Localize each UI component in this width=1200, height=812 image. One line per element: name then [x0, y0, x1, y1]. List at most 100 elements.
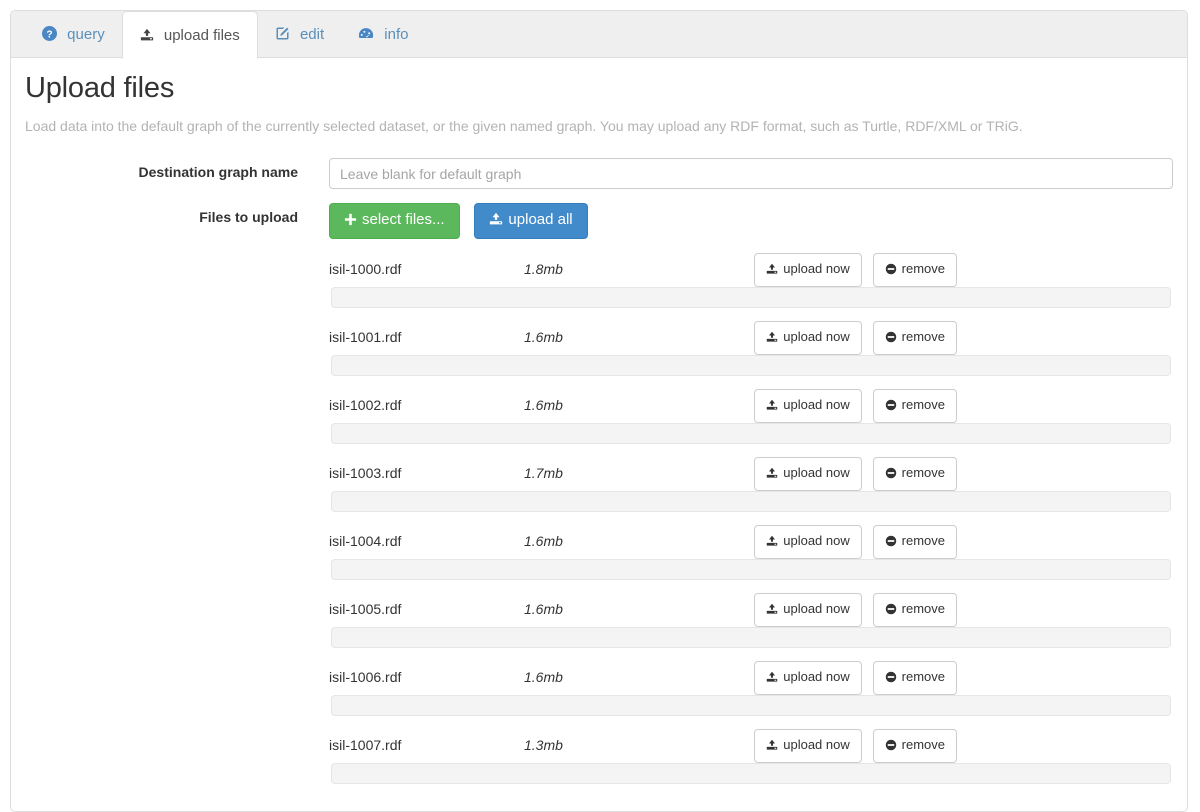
upload-icon: [766, 737, 778, 757]
minus-circle-icon: [885, 397, 897, 417]
remove-button[interactable]: remove: [872, 389, 957, 423]
tab-upload-files[interactable]: upload files: [121, 11, 258, 59]
upload-icon: [766, 261, 778, 281]
file-row: isil-1007.rdf 1.3mb upload now remove: [329, 729, 1173, 797]
select-files-button[interactable]: select files...: [329, 203, 460, 239]
file-name: isil-1006.rdf: [329, 669, 402, 685]
file-row-actions: upload now remove: [754, 729, 957, 763]
file-size: 1.7mb: [524, 465, 563, 481]
destination-graph-control: [329, 158, 1173, 189]
upload-progress-bar: [331, 695, 1171, 716]
remove-label: remove: [901, 465, 945, 480]
dashboard-icon: [358, 13, 374, 60]
file-size: 1.6mb: [524, 397, 563, 413]
page-description: Load data into the default graph of the …: [25, 118, 1023, 134]
upload-now-label: upload now: [783, 533, 850, 548]
minus-circle-icon: [885, 669, 897, 689]
remove-button[interactable]: remove: [872, 661, 957, 695]
upload-icon: [766, 329, 778, 349]
upload-progress-bar: [331, 627, 1171, 648]
upload-now-label: upload now: [783, 465, 850, 480]
file-name: isil-1002.rdf: [329, 397, 402, 413]
upload-now-button[interactable]: upload now: [754, 729, 862, 763]
pencil-square-icon: [275, 13, 290, 60]
select-files-label: select files...: [362, 211, 445, 228]
upload-now-button[interactable]: upload now: [754, 457, 862, 491]
panel-body: Upload files Load data into the default …: [11, 58, 1187, 797]
upload-now-label: upload now: [783, 397, 850, 412]
file-row-actions: upload now remove: [754, 389, 957, 423]
minus-circle-icon: [885, 533, 897, 553]
tab-bar: ? query upload files edit info: [11, 11, 1187, 59]
file-row-actions: upload now remove: [754, 593, 957, 627]
upload-now-button[interactable]: upload now: [754, 321, 862, 355]
remove-button[interactable]: remove: [872, 593, 957, 627]
file-name: isil-1007.rdf: [329, 737, 402, 753]
remove-label: remove: [901, 669, 945, 684]
remove-label: remove: [901, 261, 945, 276]
file-row: isil-1005.rdf 1.6mb upload now remove: [329, 593, 1173, 661]
file-name: isil-1005.rdf: [329, 601, 402, 617]
upload-now-label: upload now: [783, 261, 850, 276]
file-size: 1.8mb: [524, 261, 563, 277]
file-size: 1.3mb: [524, 737, 563, 753]
upload-now-button[interactable]: upload now: [754, 253, 862, 287]
upload-all-button[interactable]: upload all: [474, 203, 588, 239]
destination-graph-label: Destination graph name: [138, 164, 298, 180]
file-list: isil-1000.rdf 1.8mb upload now remove is…: [329, 253, 1173, 797]
minus-circle-icon: [885, 601, 897, 621]
destination-graph-input[interactable]: [329, 158, 1173, 189]
minus-circle-icon: [885, 465, 897, 485]
file-row-actions: upload now remove: [754, 661, 957, 695]
upload-now-button[interactable]: upload now: [754, 661, 862, 695]
file-size: 1.6mb: [524, 533, 563, 549]
upload-progress-bar: [331, 491, 1171, 512]
file-row: isil-1001.rdf 1.6mb upload now remove: [329, 321, 1173, 389]
file-size: 1.6mb: [524, 329, 563, 345]
files-to-upload-control: select files... upload all isil-1000.rdf…: [329, 203, 1173, 797]
upload-now-button[interactable]: upload now: [754, 593, 862, 627]
remove-label: remove: [901, 737, 945, 752]
remove-label: remove: [901, 329, 945, 344]
plus-icon: [344, 212, 357, 232]
file-name: isil-1003.rdf: [329, 465, 402, 481]
destination-graph-row: Destination graph name: [25, 158, 1173, 189]
file-size: 1.6mb: [524, 669, 563, 685]
file-row: isil-1004.rdf 1.6mb upload now remove: [329, 525, 1173, 593]
remove-button[interactable]: remove: [872, 525, 957, 559]
upload-progress-bar: [331, 423, 1171, 444]
remove-button[interactable]: remove: [872, 253, 957, 287]
svg-text:?: ?: [46, 29, 52, 40]
files-to-upload-row: Files to upload select files... upload a…: [25, 203, 1173, 797]
upload-now-label: upload now: [783, 329, 850, 344]
question-circle-icon: ?: [42, 13, 57, 60]
remove-label: remove: [901, 533, 945, 548]
remove-button[interactable]: remove: [872, 457, 957, 491]
upload-icon: [489, 212, 503, 232]
tab-upload-files-label: upload files: [163, 27, 240, 44]
upload-form: Destination graph name Files to upload s…: [25, 158, 1173, 797]
page-title: Upload files: [25, 72, 175, 104]
tab-edit-label: edit: [299, 26, 325, 43]
upload-now-button[interactable]: upload now: [754, 525, 862, 559]
file-row: isil-1006.rdf 1.6mb upload now remove: [329, 661, 1173, 729]
file-name: isil-1004.rdf: [329, 533, 402, 549]
file-row: isil-1000.rdf 1.8mb upload now remove: [329, 253, 1173, 321]
tab-query[interactable]: ? query: [25, 11, 122, 58]
upload-now-button[interactable]: upload now: [754, 389, 862, 423]
remove-label: remove: [901, 601, 945, 616]
upload-icon: [766, 601, 778, 621]
remove-button[interactable]: remove: [872, 321, 957, 355]
upload-now-label: upload now: [783, 737, 850, 752]
minus-circle-icon: [885, 261, 897, 281]
file-name: isil-1001.rdf: [329, 329, 402, 345]
tab-info[interactable]: info: [341, 11, 425, 58]
upload-icon: [766, 397, 778, 417]
upload-all-label: upload all: [508, 211, 573, 228]
file-row: isil-1002.rdf 1.6mb upload now remove: [329, 389, 1173, 457]
upload-progress-bar: [331, 763, 1171, 784]
upload-progress-bar: [331, 559, 1171, 580]
remove-button[interactable]: remove: [872, 729, 957, 763]
tab-edit[interactable]: edit: [258, 11, 341, 58]
upload-now-label: upload now: [783, 601, 850, 616]
